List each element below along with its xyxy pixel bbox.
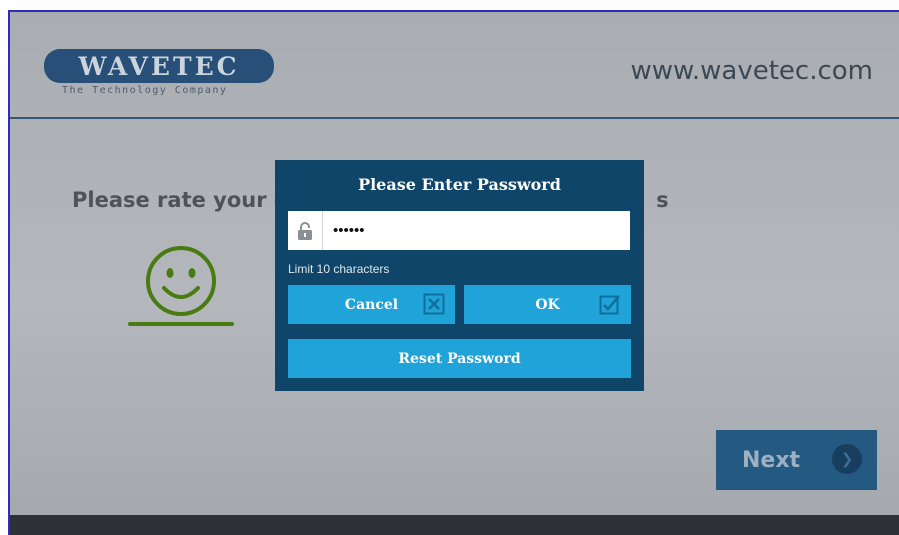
- question-text: Please rate your e: [72, 188, 289, 212]
- chevron-right-icon: ❯: [832, 444, 862, 474]
- bottom-bar: [10, 515, 899, 535]
- wavetec-logo: WAVETEC: [44, 49, 274, 83]
- next-label: Next: [742, 447, 801, 473]
- header: WAVETEC The Technology Company www.wavet…: [10, 12, 899, 117]
- kiosk-screen: WAVETEC The Technology Company www.wavet…: [10, 12, 899, 535]
- dialog-title: Please Enter Password: [358, 175, 561, 194]
- lock-icon: [288, 211, 323, 250]
- reset-password-button[interactable]: Reset Password: [288, 339, 631, 378]
- password-input[interactable]: [323, 212, 630, 249]
- logo-tagline: The Technology Company: [62, 85, 228, 96]
- cancel-label: Cancel: [344, 296, 399, 313]
- cancel-button[interactable]: Cancel: [288, 285, 455, 324]
- close-box-icon: [423, 293, 445, 315]
- password-row: [288, 211, 630, 250]
- smiley-face-icon[interactable]: [128, 244, 234, 334]
- checkbox-icon: [599, 293, 621, 315]
- ok-label: OK: [535, 296, 560, 313]
- question-tail: s: [656, 188, 669, 212]
- password-dialog: Please Enter Password Limit 10 character…: [275, 160, 644, 391]
- logo-text: WAVETEC: [78, 51, 240, 81]
- reset-label: Reset Password: [398, 350, 521, 367]
- ok-button[interactable]: OK: [464, 285, 631, 324]
- next-button[interactable]: Next ❯: [716, 430, 877, 490]
- header-divider: [10, 117, 899, 119]
- site-url: www.wavetec.com: [630, 56, 873, 86]
- app-window: WAVETEC The Technology Company www.wavet…: [8, 10, 899, 535]
- limit-hint: Limit 10 characters: [288, 262, 390, 276]
